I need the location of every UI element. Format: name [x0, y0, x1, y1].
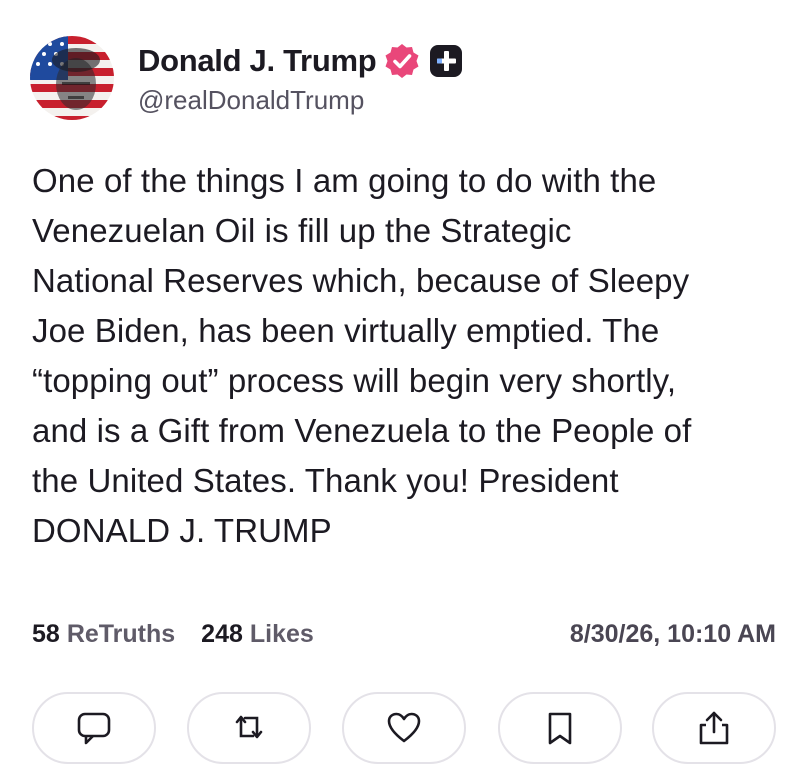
reply-button[interactable]: [32, 692, 156, 764]
like-icon: [387, 712, 421, 743]
likes-count: 248: [201, 619, 243, 648]
post-timestamp: 8/30/26, 10:10 AM: [569, 619, 776, 648]
retruth-button[interactable]: [187, 692, 311, 764]
likes-label: Likes: [249, 619, 314, 648]
retruth-icon: [235, 715, 263, 739]
avatar[interactable]: [30, 36, 114, 120]
truth-post: Donald J. Trump @realDonaldTrump One of …: [0, 0, 808, 764]
reply-icon: [77, 712, 111, 745]
share-icon: [699, 711, 729, 745]
bookmark-icon: [548, 712, 572, 745]
author-handle[interactable]: @realDonaldTrump: [138, 85, 464, 116]
post-stats: 58 ReTruths 248 Likes 8/30/26, 10:10 AM: [32, 614, 776, 654]
share-button[interactable]: [652, 692, 776, 764]
retruths-label: ReTruths: [66, 619, 176, 648]
display-name[interactable]: Donald J. Trump: [138, 43, 377, 79]
verified-badge-icon: [382, 41, 422, 81]
bookmark-button[interactable]: [498, 692, 622, 764]
post-header: Donald J. Trump @realDonaldTrump: [30, 36, 464, 120]
action-bar: [32, 692, 778, 772]
retruths-count: 58: [32, 619, 60, 648]
like-button[interactable]: [342, 692, 466, 764]
truth-plus-icon: [428, 43, 464, 79]
likes-stat[interactable]: 248 Likes: [201, 620, 314, 649]
avatar-image: [30, 36, 114, 120]
post-text: One of the things I am going to do with …: [32, 162, 692, 549]
retruths-stat[interactable]: 58 ReTruths: [32, 620, 175, 649]
author-identity: Donald J. Trump @realDonaldTrump: [138, 41, 464, 116]
name-row: Donald J. Trump: [138, 41, 464, 81]
